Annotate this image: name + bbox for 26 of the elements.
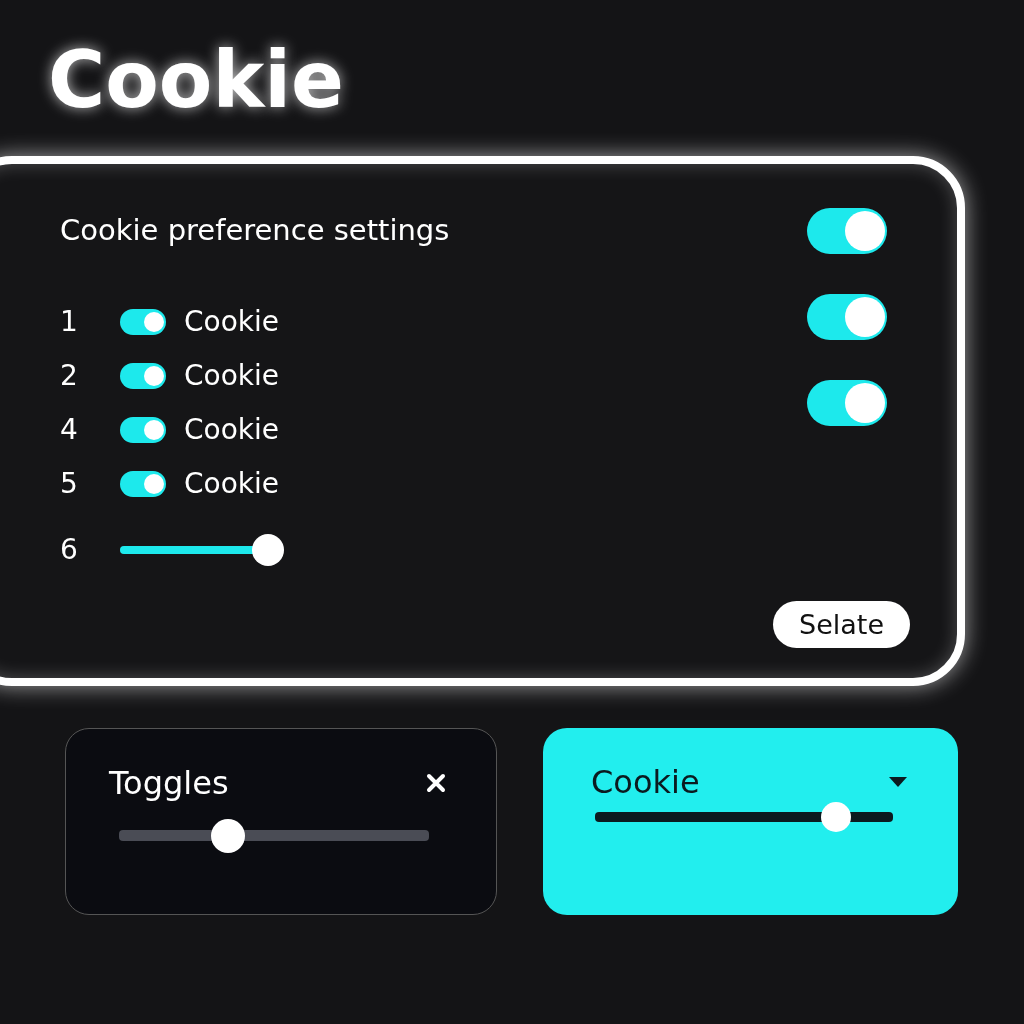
row-number: 5	[60, 467, 79, 501]
page-title: Cookie	[47, 34, 344, 127]
close-icon[interactable]	[426, 772, 446, 793]
toggle-label: Cookie	[184, 467, 280, 501]
row-number: 6	[60, 533, 79, 567]
row-number: 1	[60, 305, 79, 339]
toggle-switch[interactable]	[807, 379, 887, 426]
row-number: 2	[60, 359, 79, 393]
selate-button[interactable]: Selate	[773, 600, 910, 648]
toggle-label: Cookie	[184, 413, 280, 447]
toggle-label: Cookie	[184, 359, 280, 393]
caret-icon[interactable]	[888, 775, 908, 788]
toggle-switch[interactable]	[120, 470, 166, 497]
toggle-switch[interactable]	[120, 362, 166, 389]
toggle-switch[interactable]	[120, 416, 166, 443]
slider-thumb[interactable]	[252, 533, 284, 566]
slider-thumb[interactable]	[821, 801, 852, 832]
card-title: Toggles	[109, 763, 229, 802]
toggle-switch[interactable]	[807, 207, 887, 254]
panel-heading: Cookie preference settings	[60, 211, 451, 249]
slider-thumb[interactable]	[210, 818, 245, 853]
card-title: Cookie	[591, 762, 700, 801]
toggle-switch[interactable]	[807, 293, 887, 340]
toggle-switch[interactable]	[120, 308, 166, 335]
toggle-label: Cookie	[184, 305, 280, 339]
row-number: 4	[60, 413, 79, 447]
